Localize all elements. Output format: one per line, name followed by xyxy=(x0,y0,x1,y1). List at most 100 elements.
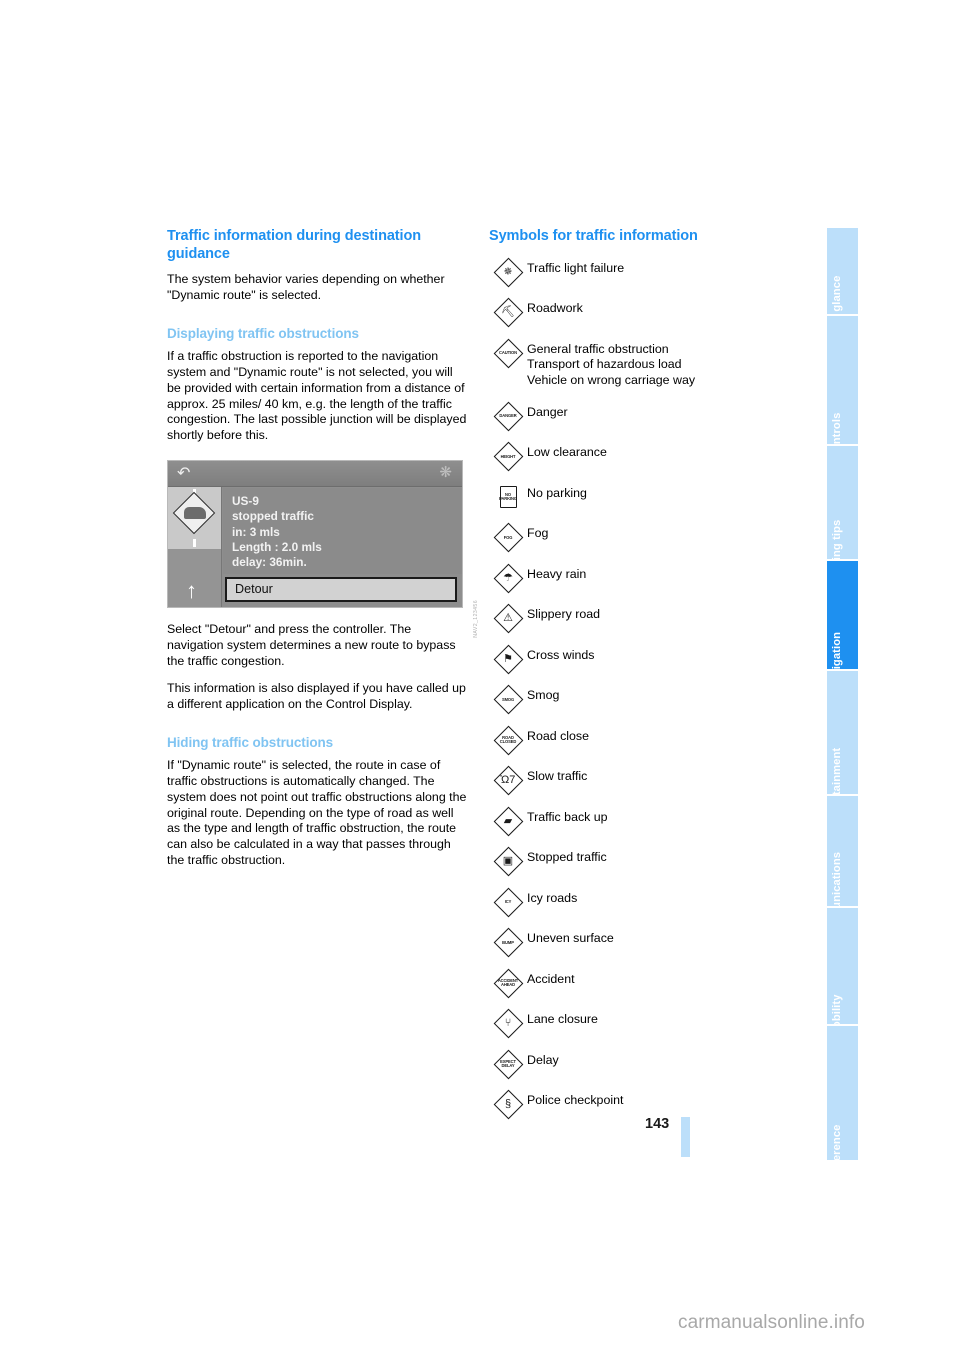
sign-glyph-icon: ✵ xyxy=(503,265,513,278)
sidebar-tab-driving-tips[interactable]: Driving tips xyxy=(827,446,858,582)
nav-warning-icon-box xyxy=(168,487,221,550)
navigation-screenshot-figure: ↶ ❋ ↑ US-9 stopped traffic in: 3 mls Len… xyxy=(167,460,479,638)
symbol-label: Roadwork xyxy=(527,298,583,317)
caution-sign: CAUTION xyxy=(493,338,523,368)
symbol-row: ✵ Traffic light failure xyxy=(489,257,809,287)
symbol-label-line: General traffic obstruction xyxy=(527,341,669,356)
symbol-icon-wrap: ⛏ xyxy=(489,297,527,328)
symbol-row: CAUTION General traffic obstruction Transp… xyxy=(489,338,809,390)
symbol-icon-wrap: CAUTION xyxy=(489,338,527,368)
symbol-label-line: Heavy rain xyxy=(527,566,587,581)
symbol-label: Danger xyxy=(527,402,568,421)
sidebar-tab-at-a-glance[interactable]: At a glance xyxy=(827,228,858,336)
after-figure-paragraph-2: This information is also displayed if yo… xyxy=(167,680,466,711)
after-figure-paragraph-1: Select "Detour" and press the controller… xyxy=(167,622,456,669)
symbol-label-line: Cross winds xyxy=(527,647,595,662)
traffic-symbol-list: ✵ Traffic light failure ⛏ Roadwork CAUTION Ge… xyxy=(489,257,809,1120)
sign-text: ACCIDENT AHEAD xyxy=(497,977,519,988)
intro-paragraph: The system behavior varies depending on … xyxy=(167,272,445,302)
traffic-light-failure-sign: ✵ xyxy=(493,257,523,287)
symbol-label-line: Police checkpoint xyxy=(527,1093,624,1108)
symbol-label: Slippery road xyxy=(527,604,600,623)
symbol-label-line: Transport of hazardous load xyxy=(527,357,682,372)
nav-display: ↶ ❋ ↑ US-9 stopped traffic in: 3 mls Len… xyxy=(167,460,463,609)
detour-button[interactable]: Detour xyxy=(225,577,457,603)
symbol-label-line: Vehicle on wrong carriage way xyxy=(527,373,696,388)
symbol-label-line: Uneven surface xyxy=(527,931,614,946)
symbol-row: ⑂ Lane closure xyxy=(489,1008,809,1039)
symbol-label-line: Stopped traffic xyxy=(527,850,607,865)
sign-glyph-icon: ▰ xyxy=(503,814,513,827)
symbol-label: Slow traffic xyxy=(527,766,587,785)
police-checkpoint-sign: § xyxy=(493,1089,523,1120)
sidebar-tab-communications[interactable]: Communications xyxy=(827,796,858,944)
symbol-label-line: Traffic light failure xyxy=(527,260,625,275)
symbol-label-line: Fog xyxy=(527,526,549,541)
sign-text: NO PARKING xyxy=(499,491,517,502)
symbol-label: Delay xyxy=(527,1050,559,1069)
symbol-label: Traffic back up xyxy=(527,807,608,826)
manual-page: Traffic information during destination g… xyxy=(0,0,960,1358)
page-number-bar xyxy=(681,1117,690,1157)
displaying-section-heading: Displaying traffic obstructions xyxy=(167,325,359,341)
sign-glyph-icon: ⚑ xyxy=(503,652,513,665)
page-number: 143 xyxy=(645,1116,670,1132)
nav-topbar: ↶ ❋ xyxy=(168,461,462,488)
symbol-label: Lane closure xyxy=(527,1009,598,1028)
nav-tick-bottom-icon xyxy=(193,539,196,548)
symbol-row: NO PARKING No parking xyxy=(489,483,809,511)
symbol-label: Uneven surface xyxy=(527,928,614,947)
back-arrow-icon[interactable]: ↶ xyxy=(177,466,195,482)
sidebar-tab-reference[interactable]: Reference xyxy=(827,1026,858,1180)
symbol-label-line: Slow traffic xyxy=(527,769,588,784)
heavy-rain-sign: ☂ xyxy=(493,563,523,594)
symbol-icon-wrap: ICY xyxy=(489,887,527,918)
symbol-label-line: Smog xyxy=(527,688,560,703)
nav-traffic-info: US-9 stopped traffic in: 3 mls Length : … xyxy=(223,488,462,575)
sign-text: HEIGHT xyxy=(500,453,516,459)
symbol-label-line: Traffic back up xyxy=(527,809,608,824)
road-closed-sign: ROAD CLOSED xyxy=(493,725,523,756)
symbol-label-line: Road close xyxy=(527,728,589,743)
right-column: Symbols for traffic information ✵ Traffic… xyxy=(489,228,809,1131)
up-arrow-icon: ↑ xyxy=(186,578,197,604)
symbol-row: ROAD CLOSED Road close xyxy=(489,725,809,756)
hiding-paragraph: If "Dynamic route" is selected, the rout… xyxy=(167,757,467,868)
nav-road: US-9 xyxy=(232,494,259,509)
symbol-label-line: Lane closure xyxy=(527,1012,598,1027)
symbol-row: FOG Fog xyxy=(489,522,809,553)
symbol-icon-wrap: ▰ xyxy=(489,806,527,837)
symbol-label: Fog xyxy=(527,523,548,542)
sign-text: FOG xyxy=(503,534,513,540)
symbol-icon-wrap: ✵ xyxy=(489,257,527,287)
symbol-label-line: Low clearance xyxy=(527,445,607,460)
symbol-label-line: No parking xyxy=(527,485,587,500)
symbol-icon-wrap: § xyxy=(489,1089,527,1120)
nav-distance: in: 3 mls xyxy=(232,524,280,539)
symbol-label: Road close xyxy=(527,726,589,745)
symbol-row: ACCIDENT AHEAD Accident xyxy=(489,968,809,999)
danger-sign: DANGER xyxy=(493,401,523,432)
sign-text: ICY xyxy=(504,899,512,905)
symbol-row: SMOG Smog xyxy=(489,684,809,715)
stopped-traffic-sign: ▣ xyxy=(493,846,523,877)
symbol-row: ▰ Traffic back up xyxy=(489,806,809,837)
sign-glyph-icon: § xyxy=(504,1098,512,1111)
symbol-icon-wrap: FOG xyxy=(489,522,527,553)
symbol-label-line: Danger xyxy=(527,404,568,419)
sidebar-tab-navigation[interactable]: Navigation xyxy=(827,561,858,690)
sidebar-tab-controls[interactable]: Controls xyxy=(827,316,858,459)
symbol-icon-wrap: SMOG xyxy=(489,684,527,715)
gear-icon[interactable]: ❋ xyxy=(435,465,452,483)
symbol-row: ⚑ Cross winds xyxy=(489,644,809,675)
symbol-icon-wrap: ☂ xyxy=(489,563,527,594)
sidebar-tab-mobility[interactable]: Mobility xyxy=(827,908,858,1038)
symbol-label: No parking xyxy=(527,483,587,502)
symbol-row: HEIGHT Low clearance xyxy=(489,441,809,472)
slow-traffic-sign: Ὡ7 xyxy=(493,765,523,796)
left-column: Traffic information during destination g… xyxy=(167,228,479,869)
symbol-row: ICY Icy roads xyxy=(489,887,809,918)
nav-delay: delay: 36min. xyxy=(232,555,307,570)
sidebar-tab-entertainment[interactable]: Entertainment xyxy=(827,671,858,824)
slippery-road-sign: ⚠ xyxy=(493,603,523,634)
